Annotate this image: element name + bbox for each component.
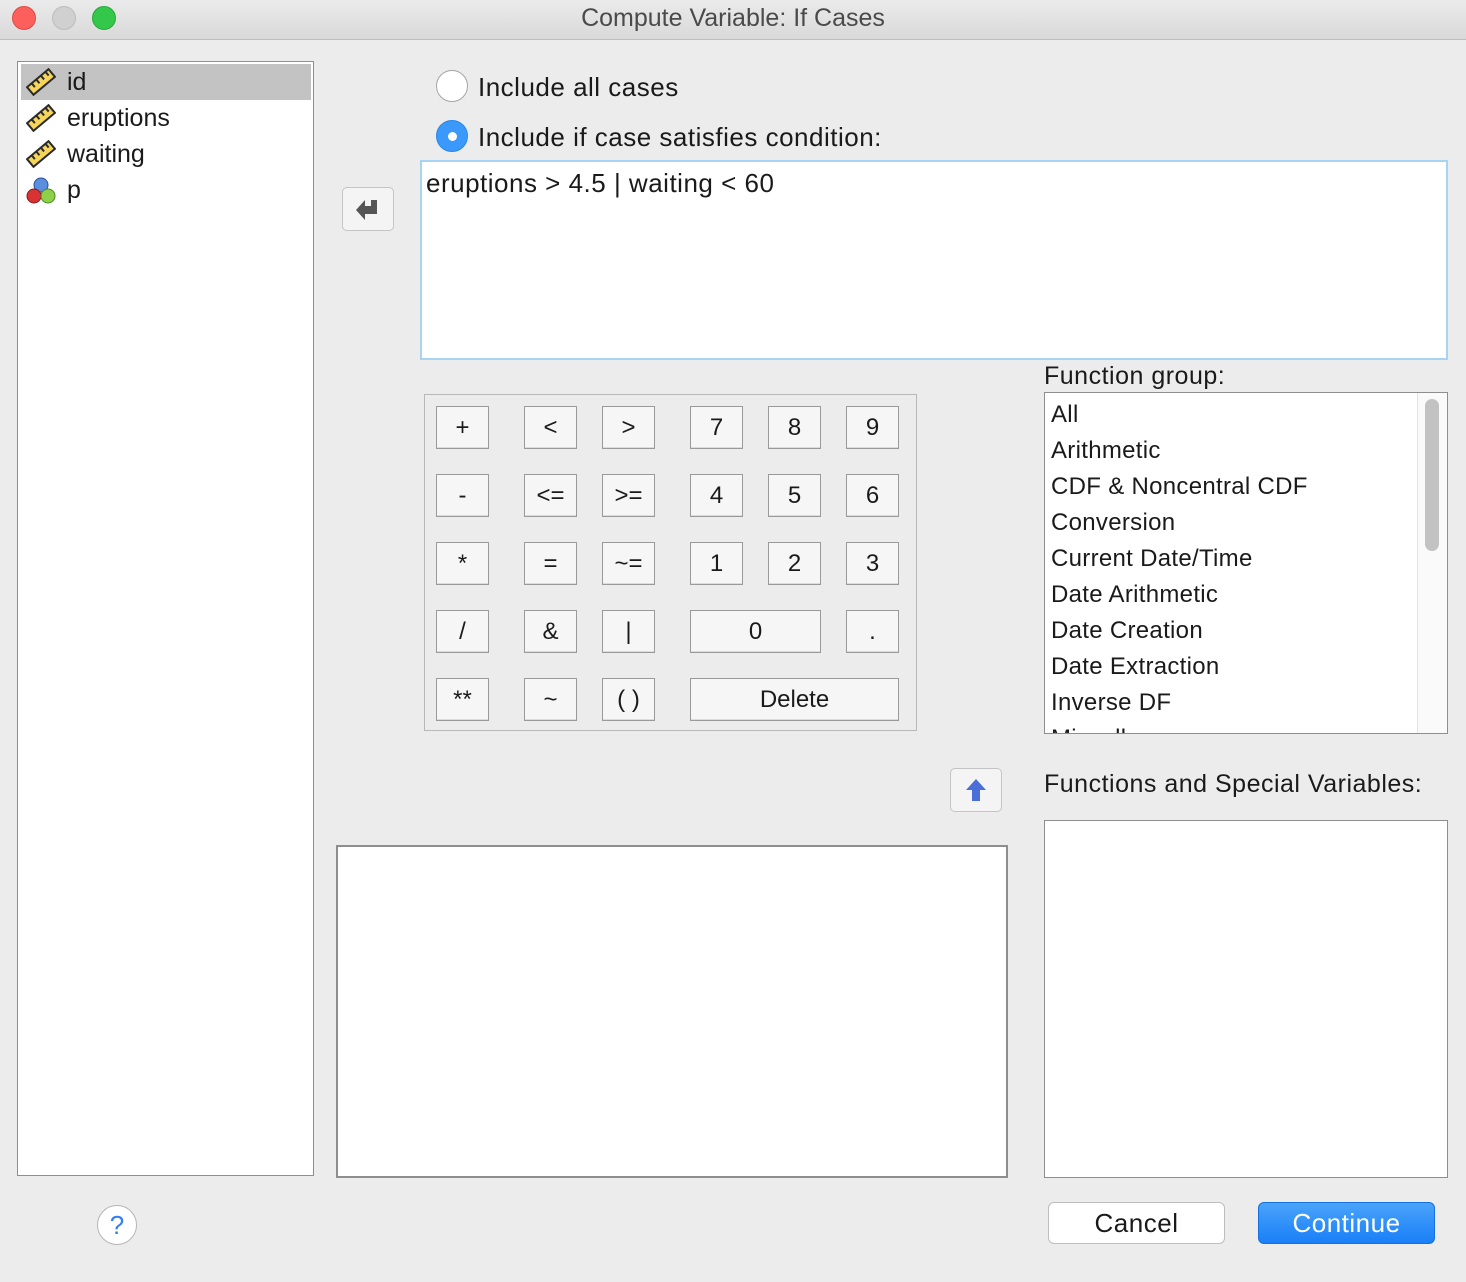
key-not-equal[interactable]: ~= [602, 542, 655, 585]
include-all-radio[interactable] [436, 70, 468, 102]
continue-button[interactable]: Continue [1258, 1202, 1435, 1244]
function-group-item[interactable]: Miscellaneous [1051, 721, 1207, 733]
scale-ruler-icon [26, 140, 56, 168]
function-group-item[interactable]: CDF & Noncentral CDF [1051, 469, 1308, 505]
key-greater-equal[interactable]: >= [602, 474, 655, 517]
move-variable-button[interactable] [342, 187, 394, 231]
condition-expression-field[interactable]: eruptions > 4.5 | waiting < 60 [420, 160, 1448, 360]
variable-label: id [67, 68, 87, 96]
variable-item-id[interactable]: id [21, 64, 311, 100]
function-group-item[interactable]: Arithmetic [1051, 433, 1161, 469]
scrollbar-thumb[interactable] [1425, 399, 1439, 551]
scale-ruler-icon [26, 68, 56, 96]
key-greater-than[interactable]: > [602, 406, 655, 449]
key-7[interactable]: 7 [690, 406, 743, 449]
function-group-item[interactable]: All [1051, 397, 1079, 433]
variable-list[interactable]: id eruptions waiting p [17, 61, 314, 1176]
window-title: Compute Variable: If Cases [581, 4, 885, 32]
key-equal[interactable]: = [524, 542, 577, 585]
function-group-item[interactable]: Conversion [1051, 505, 1175, 541]
include-if-radio[interactable] [436, 120, 468, 152]
function-group-item[interactable]: Inverse DF [1051, 685, 1171, 721]
key-multiply[interactable]: * [436, 542, 489, 585]
key-not[interactable]: ~ [524, 678, 577, 721]
title-bar: Compute Variable: If Cases [0, 0, 1466, 40]
function-group-item[interactable]: Date Extraction [1051, 649, 1220, 685]
key-delete[interactable]: Delete [690, 678, 899, 721]
cancel-button[interactable]: Cancel [1048, 1202, 1225, 1244]
key-4[interactable]: 4 [690, 474, 743, 517]
key-decimal[interactable]: . [846, 610, 899, 653]
key-and[interactable]: & [524, 610, 577, 653]
arrow-left-icon [356, 200, 377, 220]
insert-function-button[interactable] [950, 768, 1002, 812]
key-2[interactable]: 2 [768, 542, 821, 585]
key-0[interactable]: 0 [690, 610, 821, 653]
arrow-up-icon [966, 779, 986, 801]
function-group-list[interactable]: All Arithmetic CDF & Noncentral CDF Conv… [1044, 392, 1448, 734]
key-3[interactable]: 3 [846, 542, 899, 585]
variable-item-eruptions[interactable]: eruptions [21, 100, 311, 136]
key-6[interactable]: 6 [846, 474, 899, 517]
variable-label: p [67, 176, 81, 204]
key-1[interactable]: 1 [690, 542, 743, 585]
help-button[interactable]: ? [97, 1205, 137, 1245]
key-plus[interactable]: + [436, 406, 489, 449]
function-group-scrollbar[interactable] [1417, 393, 1447, 733]
scale-ruler-icon [26, 104, 56, 132]
function-group-label: Function group: [1044, 362, 1226, 390]
include-if-label: Include if case satisfies condition: [478, 122, 882, 152]
function-group-item[interactable]: Current Date/Time [1051, 541, 1253, 577]
key-power[interactable]: ** [436, 678, 489, 721]
function-group-item[interactable]: Date Arithmetic [1051, 577, 1218, 613]
key-less-equal[interactable]: <= [524, 474, 577, 517]
include-all-label: Include all cases [478, 72, 679, 102]
key-5[interactable]: 5 [768, 474, 821, 517]
variable-item-p[interactable]: p [21, 172, 311, 208]
key-divide[interactable]: / [436, 610, 489, 653]
calculator-keypad: + < > 7 8 9 - <= >= 4 5 6 * = ~= 1 2 3 /… [424, 394, 917, 731]
function-group-item[interactable]: Date Creation [1051, 613, 1203, 649]
key-less-than[interactable]: < [524, 406, 577, 449]
nominal-circles-icon [26, 177, 56, 204]
functions-list-label: Functions and Special Variables: [1044, 770, 1423, 798]
key-parentheses[interactable]: ( ) [602, 678, 655, 721]
functions-list[interactable] [1044, 820, 1448, 1178]
key-or[interactable]: | [602, 610, 655, 653]
variable-item-waiting[interactable]: waiting [21, 136, 311, 172]
variable-label: eruptions [67, 104, 170, 132]
key-9[interactable]: 9 [846, 406, 899, 449]
key-8[interactable]: 8 [768, 406, 821, 449]
variable-label: waiting [67, 140, 145, 168]
function-description-box [336, 845, 1008, 1178]
key-minus[interactable]: - [436, 474, 489, 517]
